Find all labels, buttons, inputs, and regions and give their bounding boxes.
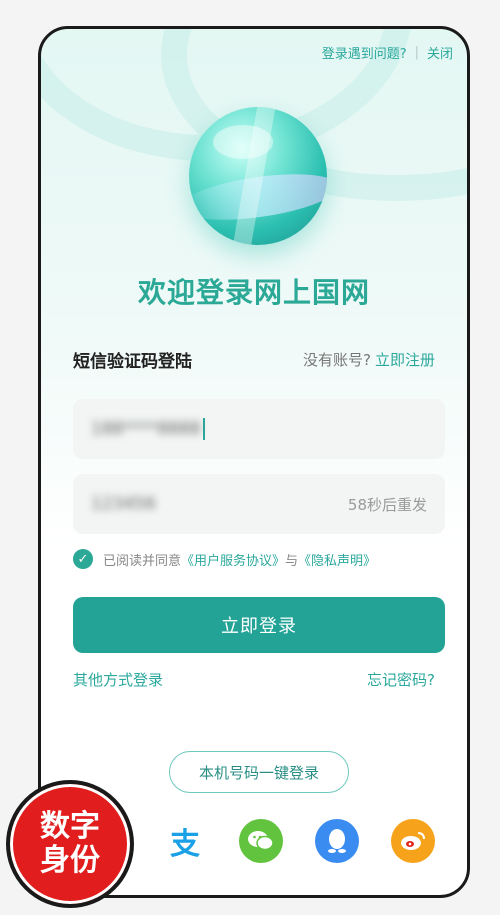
privacy-policy-link[interactable]: 《隐私声明》 bbox=[298, 550, 376, 569]
badge-line-2: 身份 bbox=[40, 843, 100, 878]
wechat-icon[interactable] bbox=[239, 819, 283, 863]
secondary-links-row: 其他方式登录 忘记密码? bbox=[73, 669, 435, 690]
app-logo-orb bbox=[189, 107, 327, 245]
divider: | bbox=[414, 45, 419, 60]
weibo-icon[interactable] bbox=[391, 819, 435, 863]
page-title: 欢迎登录网上国网 bbox=[137, 276, 370, 309]
badge-line-1: 数字 bbox=[40, 808, 100, 844]
agreement-and: 与 bbox=[285, 553, 299, 569]
top-links: 登录遇到问题? | 关闭 bbox=[322, 43, 453, 62]
sms-code-input[interactable]: 123456 58秒后重发 bbox=[73, 474, 445, 534]
agreement-prefix: 已阅读并同意 bbox=[103, 553, 182, 569]
service-agreement-link[interactable]: 《用户服务协议》 bbox=[181, 550, 285, 569]
one-key-login-button[interactable]: 本机号码一键登录 bbox=[169, 751, 349, 793]
close-link[interactable]: 关闭 bbox=[427, 43, 453, 62]
text-cursor bbox=[202, 418, 205, 440]
phone-value: 188****8888 bbox=[91, 419, 201, 439]
login-trouble-link[interactable]: 登录遇到问题? bbox=[322, 43, 407, 62]
phone-frame: 登录遇到问题? | 关闭 欢迎登录网上国网 短信验证码登陆 没有账号? 立即注册 … bbox=[38, 26, 470, 898]
qq-icon[interactable] bbox=[315, 819, 359, 863]
digital-identity-badge: 数字 身份 bbox=[6, 780, 134, 908]
no-account-text: 没有账号? bbox=[303, 351, 371, 369]
login-button[interactable]: 立即登录 bbox=[73, 597, 445, 653]
forgot-password-link[interactable]: 忘记密码? bbox=[367, 669, 435, 690]
phone-input[interactable]: 188****8888 bbox=[73, 399, 445, 459]
sms-code-value: 123456 bbox=[91, 494, 156, 514]
register-link[interactable]: 立即注册 bbox=[375, 351, 435, 369]
agreement-checkbox[interactable]: ✓ bbox=[73, 549, 93, 569]
login-type-label: 短信验证码登陆 bbox=[73, 352, 192, 372]
login-header-row: 短信验证码登陆 没有账号? 立即注册 bbox=[73, 347, 435, 372]
resend-code-button[interactable]: 58秒后重发 bbox=[348, 494, 427, 515]
no-account-area: 没有账号? 立即注册 bbox=[303, 349, 435, 370]
other-login-link[interactable]: 其他方式登录 bbox=[73, 669, 163, 690]
alipay-icon[interactable]: 支 bbox=[163, 819, 207, 863]
agreement-row: ✓ 已阅读并同意 《用户服务协议》 与 《隐私声明》 bbox=[73, 549, 376, 569]
